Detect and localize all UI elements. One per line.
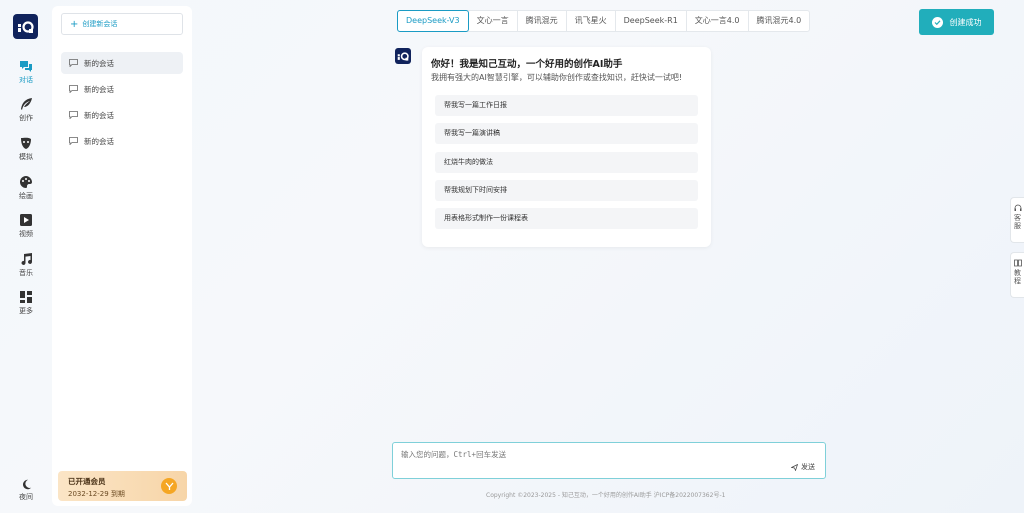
suggestion-prompt[interactable]: 帮我写一篇演讲稿 xyxy=(435,123,698,144)
chat-icon xyxy=(20,61,32,72)
rail-label-video: 视频 xyxy=(19,230,33,238)
suggestion-prompt[interactable]: 帮我写一篇工作日报 xyxy=(435,95,698,116)
message-icon xyxy=(69,59,78,67)
model-tabs: DeepSeek-V3 文心一言 腾讯混元 讯飞星火 DeepSeek-R1 文… xyxy=(397,10,811,32)
conversation-item[interactable]: 新的会话 xyxy=(61,78,183,100)
video-icon xyxy=(20,214,32,226)
tutorial-label: 教程 xyxy=(1013,269,1022,285)
customer-service-button[interactable]: 客服 xyxy=(1010,197,1024,243)
tab-xinghuo[interactable]: 讯飞星火 xyxy=(567,11,616,31)
rail-label-music: 音乐 xyxy=(19,269,33,277)
headset-icon xyxy=(1014,204,1021,211)
chat-input[interactable] xyxy=(401,449,801,465)
rail-item-more[interactable]: 更多 xyxy=(0,290,52,316)
plus-icon: + xyxy=(70,18,79,30)
send-button[interactable]: 发送 xyxy=(791,462,815,472)
nav-rail: 对话 创作 模拟 绘画 视频 音乐 更多 夜间 xyxy=(0,0,52,513)
suggestion-prompt[interactable]: 帮我规划下时间安排 xyxy=(435,180,698,201)
conversation-item[interactable]: 新的会话 xyxy=(61,52,183,74)
rail-item-music[interactable]: 音乐 xyxy=(0,252,52,278)
grid-icon xyxy=(20,291,32,303)
rail-item-paint[interactable]: 绘画 xyxy=(0,175,52,201)
rail-item-simulate[interactable]: 模拟 xyxy=(0,136,52,162)
rail-item-create[interactable]: 创作 xyxy=(0,97,52,123)
night-mode-toggle[interactable]: 夜间 xyxy=(0,479,52,502)
send-icon xyxy=(791,463,798,471)
rail-label-more: 更多 xyxy=(19,307,33,315)
conversation-title: 新的会话 xyxy=(84,136,114,146)
message-icon xyxy=(69,111,78,119)
tab-deepseek-v3[interactable]: DeepSeek-V3 xyxy=(397,10,469,32)
conversation-title: 新的会话 xyxy=(84,84,114,94)
tab-deepseek-r1[interactable]: DeepSeek-R1 xyxy=(616,11,687,31)
brand-logo-icon[interactable] xyxy=(13,14,38,39)
suggestion-prompt[interactable]: 红烧牛肉的做法 xyxy=(435,152,698,173)
success-toast: 创建成功 xyxy=(919,9,994,35)
rail-label-chat: 对话 xyxy=(19,76,33,84)
book-icon xyxy=(1013,259,1022,267)
mask-icon xyxy=(21,137,31,149)
vip-badge-icon xyxy=(161,478,177,494)
footer-copyright: Copyright ©2023-2025 - 知己互动，一个好用的创作AI助手 … xyxy=(486,492,726,499)
conversation-item[interactable]: 新的会话 xyxy=(61,104,183,126)
new-chat-button[interactable]: + 创建新会话 xyxy=(61,13,183,35)
rail-label-simulate: 模拟 xyxy=(19,153,33,161)
suggestion-prompt[interactable]: 用表格形式制作一份课程表 xyxy=(435,208,698,229)
toast-text: 创建成功 xyxy=(949,17,982,27)
feather-icon xyxy=(21,98,32,110)
moon-icon xyxy=(22,479,31,490)
rail-label-create: 创作 xyxy=(19,114,33,122)
rail-label-night: 夜间 xyxy=(19,493,33,501)
send-label: 发送 xyxy=(801,463,815,471)
music-icon xyxy=(21,253,32,265)
tutorial-button[interactable]: 教程 xyxy=(1010,252,1024,298)
message-icon xyxy=(69,137,78,145)
conversation-item[interactable]: 新的会话 xyxy=(61,130,183,152)
rail-label-paint: 绘画 xyxy=(19,192,33,200)
new-chat-label: 创建新会话 xyxy=(82,20,118,28)
tab-wenxin[interactable]: 文心一言 xyxy=(469,11,518,31)
message-icon xyxy=(69,85,78,93)
chat-input-box: 发送 xyxy=(392,442,826,479)
bot-avatar-icon xyxy=(395,48,411,64)
membership-card[interactable]: 已开通会员 2032-12-29 到期 xyxy=(58,471,187,501)
tab-hunyuan-4[interactable]: 腾讯混元4.0 xyxy=(749,11,810,31)
welcome-title: 你好！我是知己互动，一个好用的创作AI助手 xyxy=(431,59,623,70)
check-circle-icon xyxy=(931,16,943,28)
welcome-card: 你好！我是知己互动，一个好用的创作AI助手 我拥有强大的AI智慧引擎，可以辅助你… xyxy=(422,47,711,247)
conversation-sidebar: + 创建新会话 新的会话 新的会话 新的会话 新的会话 已开通会员 2032-1… xyxy=(52,6,192,506)
palette-icon xyxy=(20,176,32,188)
tab-hunyuan[interactable]: 腾讯混元 xyxy=(518,11,567,31)
conversation-title: 新的会话 xyxy=(84,58,114,68)
customer-service-label: 客服 xyxy=(1013,214,1022,230)
tab-wenxin-4[interactable]: 文心一言4.0 xyxy=(687,11,749,31)
rail-item-chat[interactable]: 对话 xyxy=(0,59,52,85)
conversation-title: 新的会话 xyxy=(84,110,114,120)
rail-item-video[interactable]: 视频 xyxy=(0,213,52,239)
welcome-subtitle: 我拥有强大的AI智慧引擎，可以辅助你创作或查找知识，赶快试一试吧! xyxy=(431,73,683,82)
